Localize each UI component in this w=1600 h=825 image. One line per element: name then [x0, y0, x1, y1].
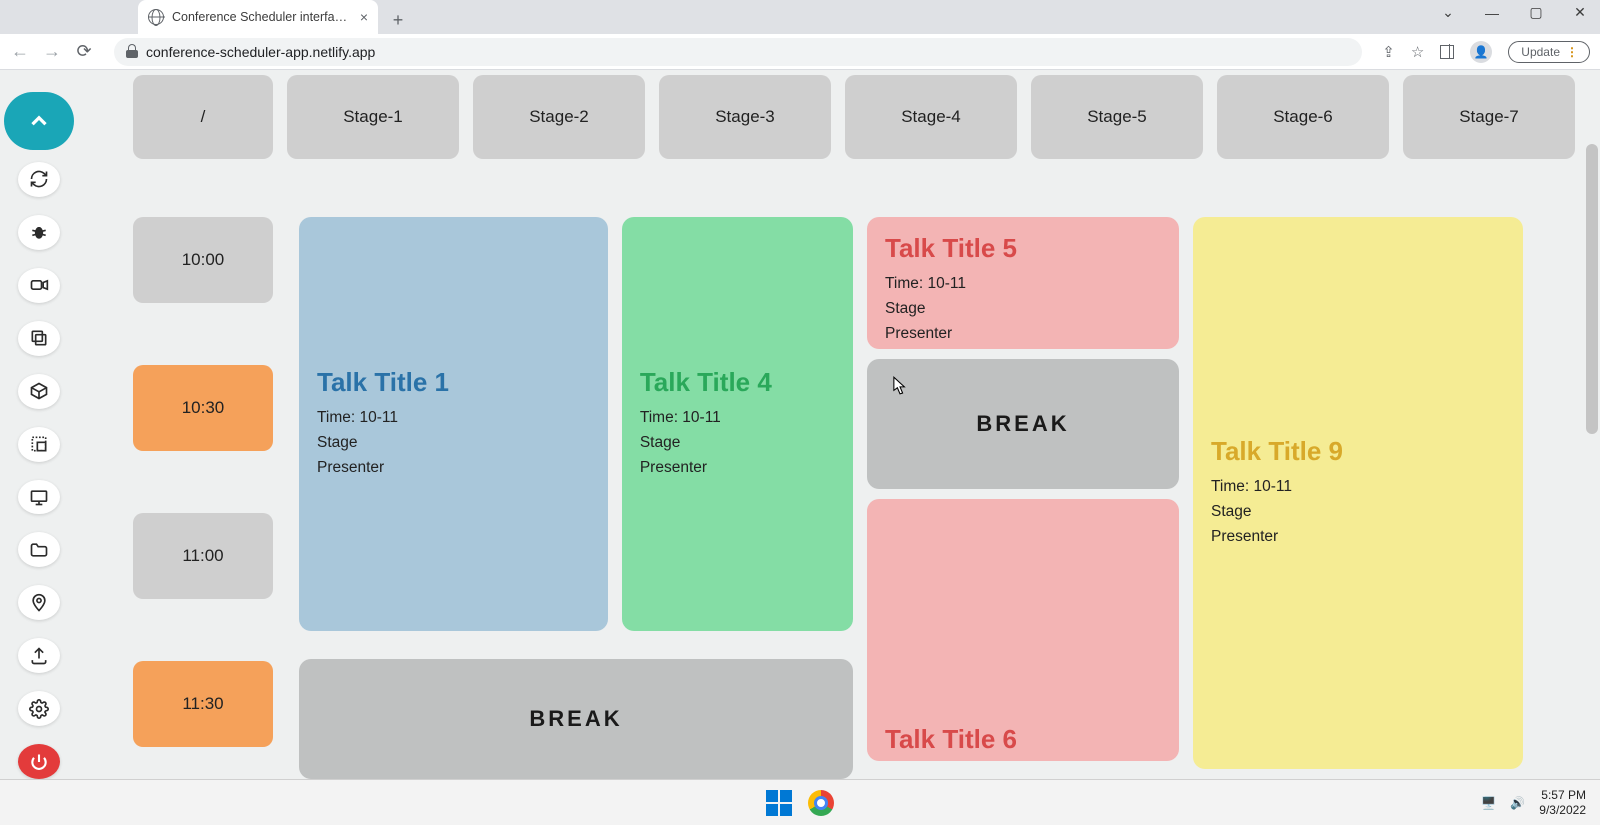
menu-dots-icon: ⋮: [1566, 45, 1577, 59]
talk-stage: Stage: [885, 297, 1161, 322]
browser-tab[interactable]: Conference Scheduler interface u ×: [138, 0, 378, 34]
side-toolbar: [0, 70, 78, 779]
talk-card[interactable]: Talk Title 9 Time: 10-11 Stage Presenter: [1193, 217, 1523, 769]
new-tab-button[interactable]: +: [384, 6, 412, 34]
close-icon[interactable]: ✕: [1568, 4, 1592, 21]
refresh-icon[interactable]: [18, 162, 60, 197]
windows-taskbar: 🖥️ 🔊 5:57 PM 9/3/2022: [0, 779, 1600, 825]
talk-card[interactable]: Talk Title 1 Time: 10-11 Stage Presenter: [299, 217, 608, 631]
system-tray: 🖥️ 🔊 5:57 PM 9/3/2022: [1481, 788, 1600, 818]
corner-cell: /: [133, 75, 273, 159]
time-slot[interactable]: 11:00: [133, 513, 273, 599]
stage-header[interactable]: Stage-3: [659, 75, 831, 159]
talk-stage: Stage: [1211, 500, 1505, 525]
chrome-taskbar-icon[interactable]: [805, 787, 837, 819]
bug-icon[interactable]: [18, 215, 60, 250]
reload-button[interactable]: ⟳: [74, 41, 94, 62]
upload-icon[interactable]: [18, 638, 60, 673]
stage-header[interactable]: Stage-1: [287, 75, 459, 159]
tab-strip: Conference Scheduler interface u × + ⌄ —…: [0, 0, 1600, 34]
stage-header[interactable]: Stage-4: [845, 75, 1017, 159]
gear-icon[interactable]: [18, 691, 60, 726]
start-button[interactable]: [763, 787, 795, 819]
stage-header[interactable]: Stage-7: [1403, 75, 1575, 159]
tray-devices-icon[interactable]: 🖥️: [1481, 796, 1496, 810]
tab-title: Conference Scheduler interface u: [172, 10, 352, 24]
time-column: 10:00 10:30 11:00 11:30: [133, 217, 273, 779]
app-area: / Stage-1 Stage-2 Stage-3 Stage-4 Stage-…: [0, 70, 1600, 779]
folder-icon[interactable]: [18, 532, 60, 567]
talk-presenter: Presenter: [317, 456, 590, 481]
talk-presenter: Presenter: [885, 322, 1161, 347]
star-icon[interactable]: ☆: [1411, 43, 1424, 61]
copy-icon[interactable]: [18, 321, 60, 356]
talk-time: Time: 10-11: [640, 406, 835, 431]
update-button[interactable]: Update ⋮: [1508, 41, 1590, 63]
talk-presenter: Presenter: [640, 456, 835, 481]
browser-chrome: Conference Scheduler interface u × + ⌄ —…: [0, 0, 1600, 70]
vertical-scrollbar[interactable]: [1586, 144, 1598, 434]
talk-title: Talk Title 5: [885, 233, 1161, 264]
panel-icon[interactable]: [1440, 45, 1454, 59]
forward-button[interactable]: →: [42, 41, 62, 62]
profile-icon[interactable]: 👤: [1470, 41, 1492, 63]
talk-stage: Stage: [317, 431, 590, 456]
stage-header[interactable]: Stage-2: [473, 75, 645, 159]
talk-card[interactable]: Talk Title 6: [867, 499, 1179, 761]
minimize-icon[interactable]: —: [1480, 5, 1504, 21]
stage-header[interactable]: Stage-5: [1031, 75, 1203, 159]
globe-icon: [148, 9, 164, 25]
windows-logo-icon: [766, 790, 792, 816]
time-slot[interactable]: 11:30: [133, 661, 273, 747]
stage-header[interactable]: Stage-6: [1217, 75, 1389, 159]
close-tab-icon[interactable]: ×: [360, 9, 368, 25]
power-icon[interactable]: [18, 744, 60, 779]
talk-time: Time: 10-11: [1211, 475, 1505, 500]
talk-time: Time: 10-11: [317, 406, 590, 431]
grid-icon[interactable]: [18, 427, 60, 462]
url-input[interactable]: conference-scheduler-app.netlify.app: [114, 38, 1362, 66]
break-card: BREAK: [867, 359, 1179, 489]
back-button[interactable]: ←: [10, 41, 30, 62]
talk-presenter: Presenter: [1211, 525, 1505, 550]
desktop-icon[interactable]: [18, 480, 60, 515]
break-card: BREAK: [299, 659, 853, 779]
maximize-icon[interactable]: ▢: [1524, 4, 1548, 21]
collapse-fab[interactable]: [4, 92, 74, 150]
video-icon[interactable]: [18, 268, 60, 303]
header-row: / Stage-1 Stage-2 Stage-3 Stage-4 Stage-…: [133, 75, 1600, 159]
talk-title: Talk Title 1: [317, 367, 590, 398]
time-slot[interactable]: 10:30: [133, 365, 273, 451]
time-slot[interactable]: 10:00: [133, 217, 273, 303]
address-bar: ← → ⟳ conference-scheduler-app.netlify.a…: [0, 34, 1600, 70]
window-controls: ⌄ — ▢ ✕: [1436, 4, 1592, 21]
share-icon[interactable]: ⇪: [1382, 43, 1395, 61]
chrome-icon: [808, 790, 834, 816]
url-text: conference-scheduler-app.netlify.app: [146, 44, 375, 60]
talk-title: Talk Title 4: [640, 367, 835, 398]
box-icon[interactable]: [18, 374, 60, 409]
lock-icon: [126, 46, 138, 58]
talk-title: Talk Title 9: [1211, 436, 1505, 467]
talk-time: Time: 10-11: [885, 272, 1161, 297]
location-icon[interactable]: [18, 585, 60, 620]
talk-card[interactable]: Talk Title 4 Time: 10-11 Stage Presenter: [622, 217, 853, 631]
talk-card[interactable]: Talk Title 5 Time: 10-11 Stage Presenter: [867, 217, 1179, 349]
talk-stage: Stage: [640, 431, 835, 456]
tray-volume-icon[interactable]: 🔊: [1510, 796, 1525, 810]
tray-clock[interactable]: 5:57 PM 9/3/2022: [1539, 788, 1586, 818]
schedule-grid: / Stage-1 Stage-2 Stage-3 Stage-4 Stage-…: [78, 70, 1600, 779]
chevron-down-icon[interactable]: ⌄: [1436, 4, 1460, 21]
talk-title: Talk Title 6: [885, 724, 1161, 755]
